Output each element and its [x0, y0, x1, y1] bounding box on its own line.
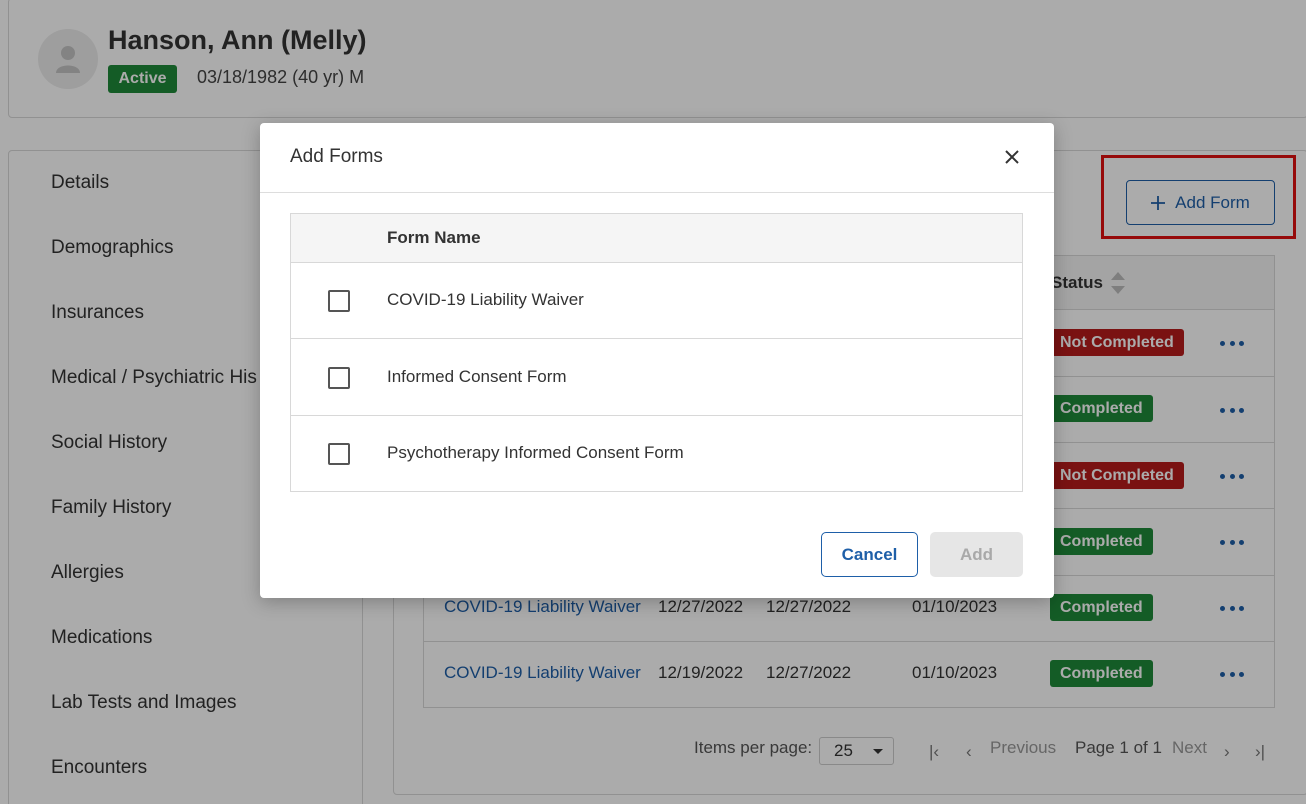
modal-header: Add Forms	[260, 123, 1054, 193]
form-row: Informed Consent Form	[291, 339, 1022, 416]
form-name: COVID-19 Liability Waiver	[387, 290, 584, 309]
cancel-button[interactable]: Cancel	[821, 532, 918, 577]
close-button[interactable]	[1000, 145, 1024, 169]
add-button[interactable]: Add	[930, 532, 1023, 577]
form-checkbox[interactable]	[328, 443, 350, 465]
add-forms-modal: Add Forms Form Name COVID-19 Liability W…	[260, 123, 1054, 598]
form-checkbox[interactable]	[328, 367, 350, 389]
form-name: Informed Consent Form	[387, 367, 567, 386]
form-row: COVID-19 Liability Waiver	[291, 263, 1022, 339]
close-icon	[1005, 150, 1019, 164]
form-name-header: Form Name	[387, 228, 481, 247]
modal-title: Add Forms	[290, 146, 383, 167]
form-checkbox[interactable]	[328, 290, 350, 312]
forms-select-table: Form Name COVID-19 Liability Waiver Info…	[290, 213, 1023, 492]
forms-table-header: Form Name	[291, 214, 1022, 263]
form-row: Psychotherapy Informed Consent Form	[291, 416, 1022, 491]
form-name: Psychotherapy Informed Consent Form	[387, 443, 684, 462]
